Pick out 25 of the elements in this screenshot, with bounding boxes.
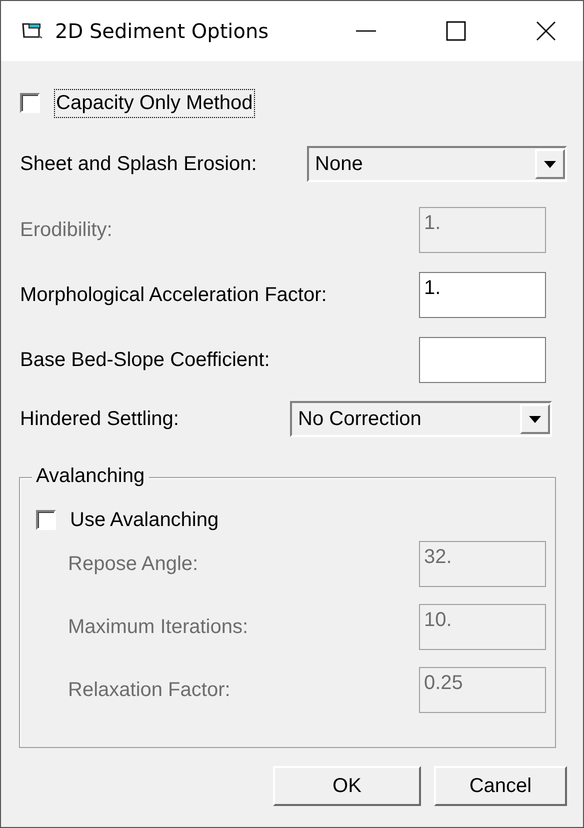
dialog-button[interactable]: Cancel	[434, 766, 567, 806]
caret-icon	[544, 160, 556, 168]
field-label: Base Bed-Slope Coefficient:	[20, 348, 270, 372]
maximize-icon[interactable]	[445, 20, 467, 42]
checkbox[interactable]	[36, 510, 56, 530]
input-field[interactable]: 1.	[419, 272, 546, 318]
checkbox-label[interactable]: Use Avalanching	[68, 506, 221, 534]
dropdown[interactable]: None	[307, 146, 567, 182]
checkbox-label[interactable]: Capacity Only Method	[54, 88, 255, 118]
field-label: Sheet and Splash Erosion:	[20, 152, 257, 176]
field-label: Erodibility:	[20, 218, 112, 242]
field-label: Relaxation Factor:	[68, 678, 230, 702]
input-field[interactable]	[419, 337, 546, 383]
folder-icon	[21, 21, 43, 41]
close-icon[interactable]	[535, 20, 557, 42]
checkbox[interactable]	[20, 93, 40, 113]
field-label: Hindered Settling:	[20, 408, 179, 430]
field-label: Repose Angle:	[68, 552, 198, 576]
window-title: 2D Sediment Options	[55, 19, 269, 43]
group-title: Avalanching	[32, 465, 149, 488]
field-label: Maximum Iterations:	[68, 616, 248, 638]
dialog-button[interactable]: OK	[273, 766, 421, 806]
dropdown[interactable]: No Correction	[290, 401, 552, 437]
field-label: Morphological Acceleration Factor:	[20, 284, 327, 306]
caret-icon	[529, 416, 541, 422]
